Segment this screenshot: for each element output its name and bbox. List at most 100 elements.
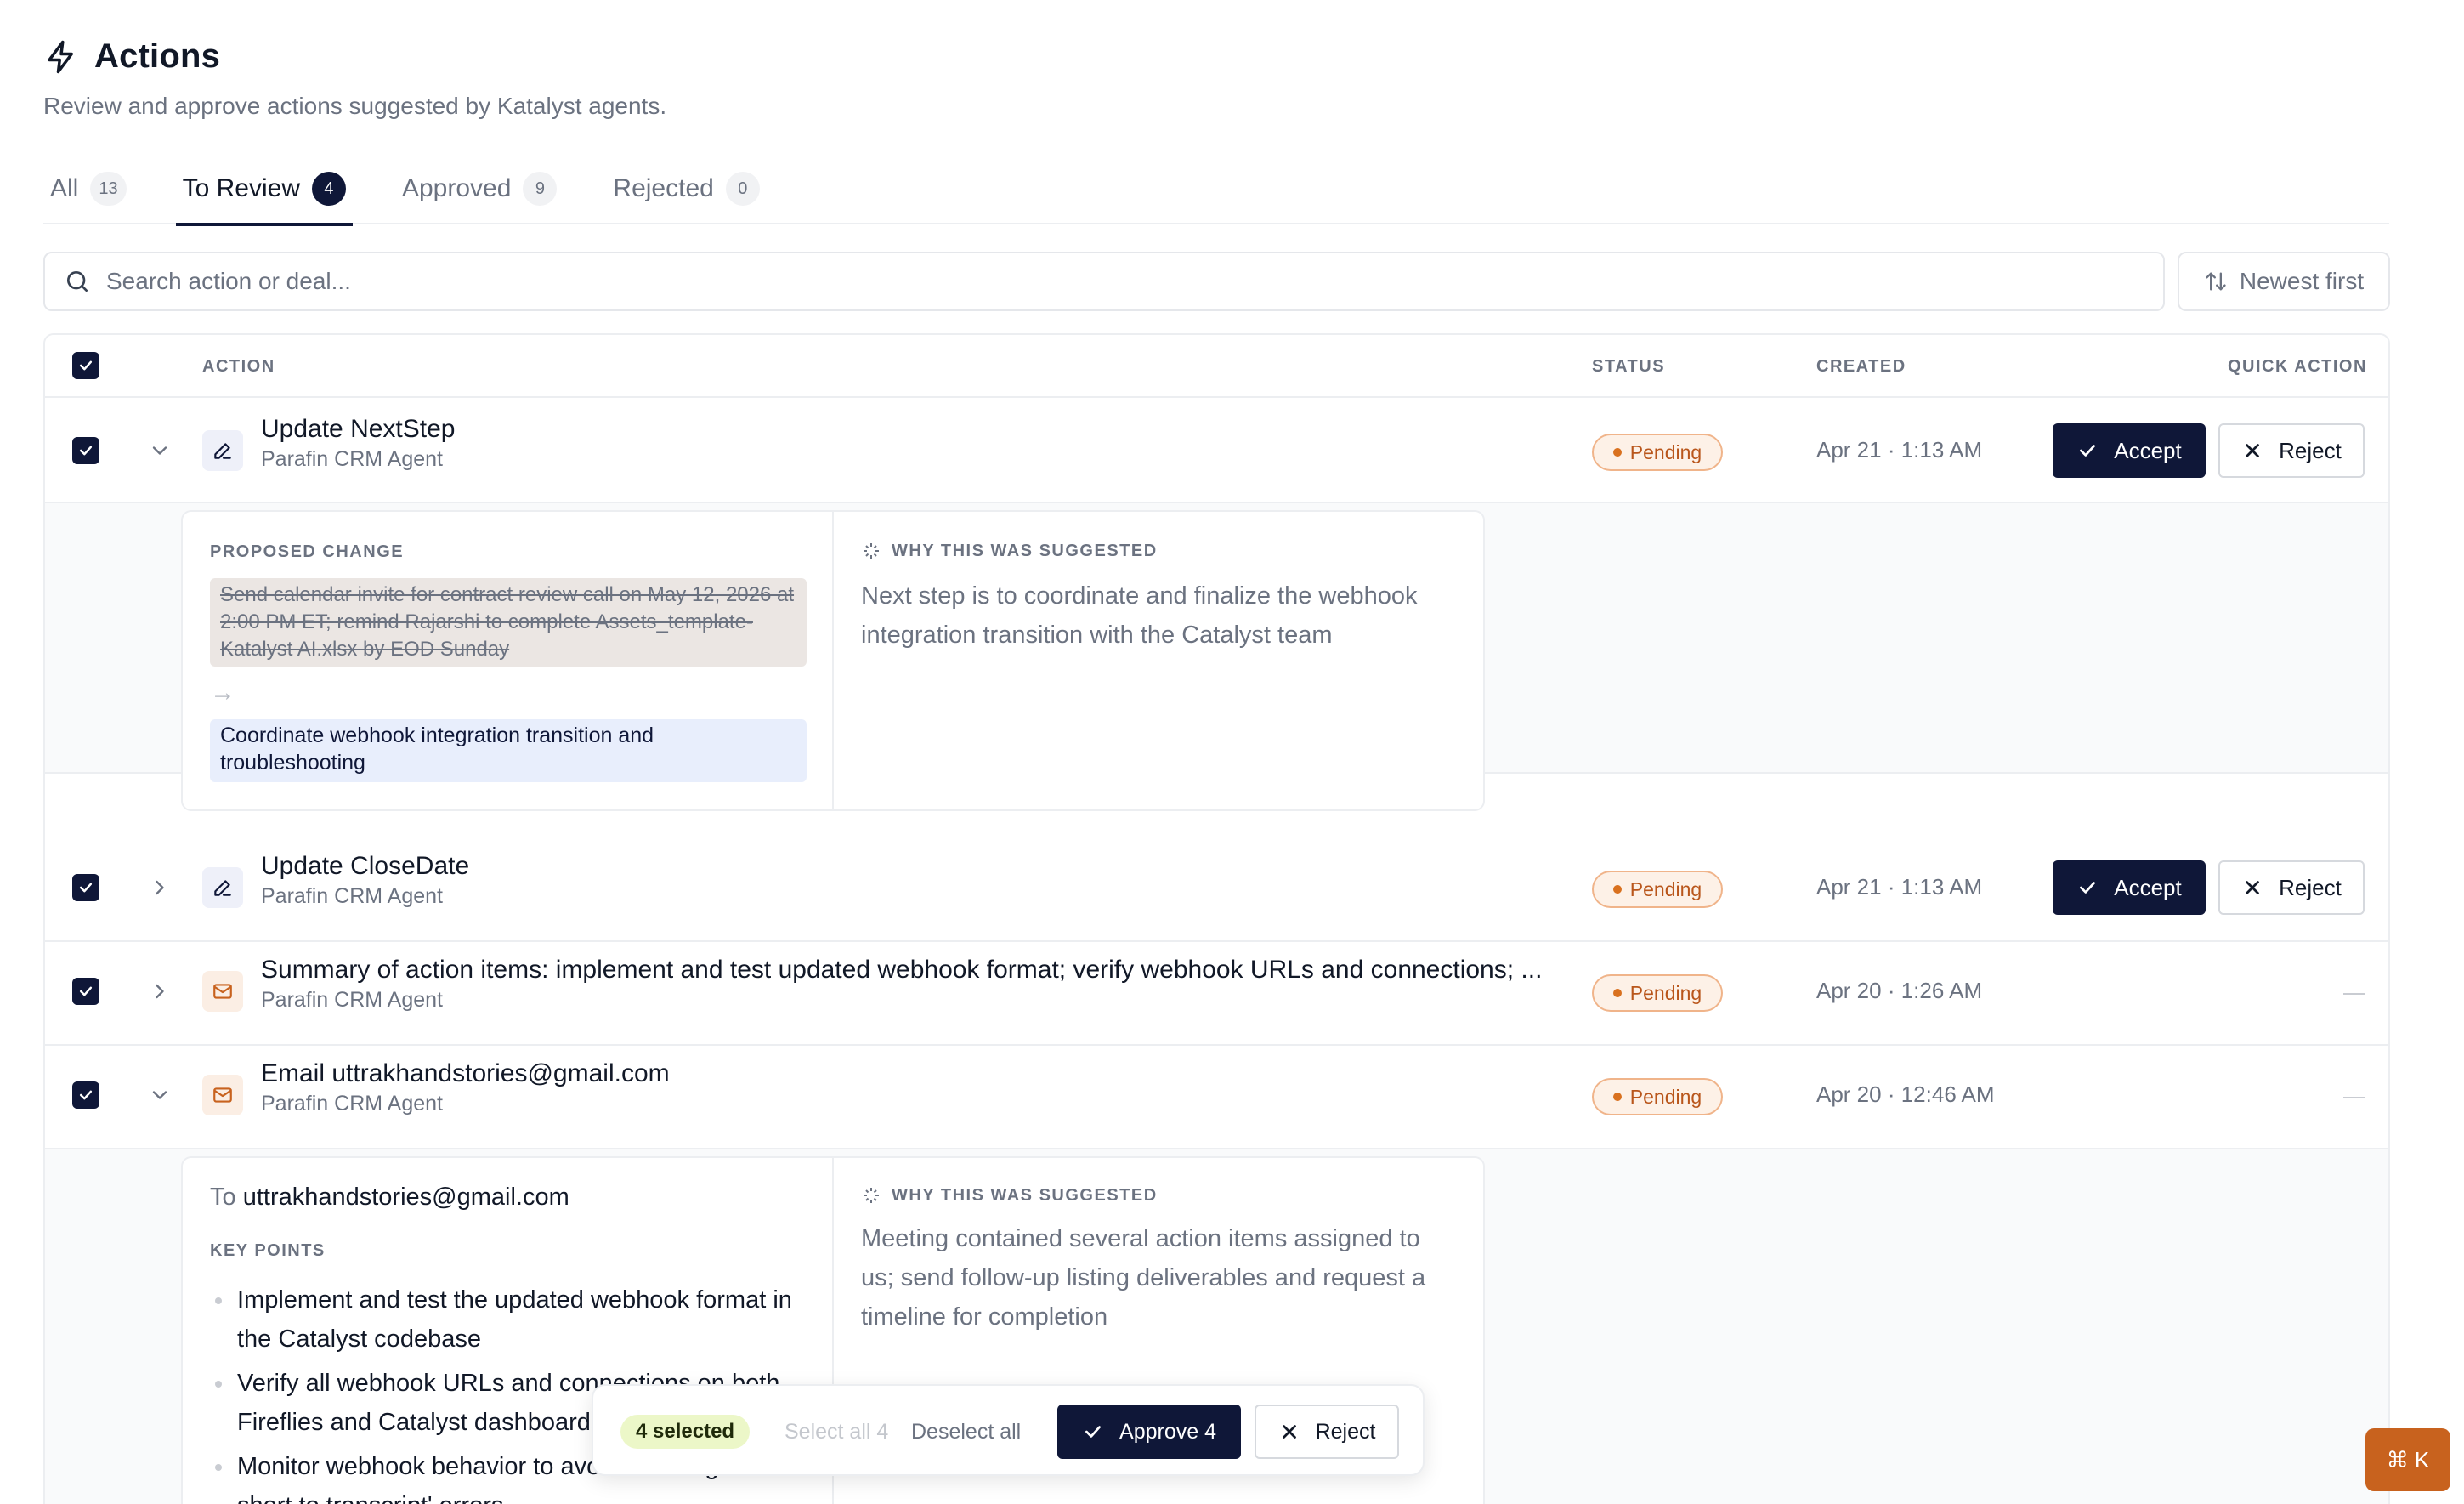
why-suggested-heading: WHY THIS WAS SUGGESTED xyxy=(861,1185,1158,1206)
page-header: Actions Review and approve actions sugge… xyxy=(43,37,666,120)
why-suggested-text: Next step is to coordinate and finalize … xyxy=(861,582,1418,649)
check-icon xyxy=(79,360,93,371)
chevron-right-icon[interactable] xyxy=(148,979,172,1003)
reject-label: Reject xyxy=(2279,874,2342,900)
status-dot xyxy=(1612,885,1622,894)
tab-rejected[interactable]: Rejected 0 xyxy=(606,153,766,224)
approve-selected-button[interactable]: Approve 4 xyxy=(1057,1405,1241,1459)
accept-button[interactable]: Accept xyxy=(2053,860,2206,915)
proposed-change-label: PROPOSED CHANGE xyxy=(210,542,405,561)
edit-icon xyxy=(202,867,243,908)
row-agent: Parafin CRM Agent xyxy=(261,1092,443,1115)
selected-count-badge: 4 selected xyxy=(620,1415,751,1449)
created-timestamp: Apr 21 · 1:13 AM xyxy=(1816,874,1983,900)
approve-selected-label: Approve 4 xyxy=(1119,1419,1216,1444)
row-title: Summary of action items: implement and t… xyxy=(261,956,1543,984)
row-checkbox[interactable] xyxy=(72,978,99,1005)
deselect-all-link[interactable]: Deselect all xyxy=(911,1420,1021,1444)
row-title: Update CloseDate xyxy=(261,852,470,880)
new-value: Coordinate webhook integration transitio… xyxy=(210,719,807,782)
status-badge: Pending xyxy=(1592,871,1723,908)
select-all-link[interactable]: Select all 4 xyxy=(785,1420,888,1444)
tab-count: 9 xyxy=(523,172,558,206)
email-recipient: To uttrakhandstories@gmail.com xyxy=(210,1183,569,1212)
row-checkbox[interactable] xyxy=(72,874,99,901)
sort-button[interactable]: Newest first xyxy=(2178,252,2390,311)
row-checkbox[interactable] xyxy=(72,1081,99,1109)
edit-icon xyxy=(202,430,243,471)
key-points-label: KEY POINTS xyxy=(210,1241,326,1260)
tab-label: Approved xyxy=(401,174,512,202)
tab-label: To Review xyxy=(182,174,300,202)
close-icon xyxy=(2246,444,2259,457)
status-badge: Pending xyxy=(1592,434,1723,471)
to-address: uttrakhandstories@gmail.com xyxy=(242,1183,569,1211)
check-icon xyxy=(2080,882,2096,894)
tab-label: Rejected xyxy=(613,174,714,202)
row-agent: Parafin CRM Agent xyxy=(261,988,443,1012)
check-icon xyxy=(1085,1426,1101,1438)
why-suggested-section: WHY THIS WAS SUGGESTED Next step is to c… xyxy=(834,512,1483,809)
status-label: Pending xyxy=(1629,877,1702,900)
search-icon xyxy=(67,271,88,292)
proposed-change-card: PROPOSED CHANGE Send calendar invite for… xyxy=(181,510,1485,811)
close-icon xyxy=(1282,1425,1296,1439)
status-dot xyxy=(1612,1093,1622,1101)
table-row[interactable]: Update NextStep Parafin CRM Agent Pendin… xyxy=(45,398,2388,503)
check-icon xyxy=(2080,445,2096,457)
chevron-down-icon[interactable] xyxy=(148,439,172,463)
tab-label: All xyxy=(50,174,79,202)
reject-button[interactable]: Reject xyxy=(2218,860,2365,915)
to-prefix: To xyxy=(210,1183,236,1211)
right-arrow-icon: → xyxy=(210,678,235,707)
row-detail-panel: PROPOSED CHANGE Send calendar invite for… xyxy=(45,503,2388,811)
row-agent: Parafin CRM Agent xyxy=(261,447,443,471)
status-badge: Pending xyxy=(1592,974,1723,1012)
row-title: Update NextStep xyxy=(261,415,456,443)
list-item: Implement and test the updated webhook f… xyxy=(210,1280,815,1359)
reject-label: Reject xyxy=(2279,437,2342,463)
chevron-right-icon[interactable] xyxy=(148,876,172,900)
table-row[interactable]: Email uttrakhandstories@gmail.com Parafi… xyxy=(45,1046,2388,1149)
check-icon xyxy=(79,883,93,893)
table-header: ACTION STATUS CREATED QUICK ACTION xyxy=(45,335,2388,398)
no-quick-action xyxy=(2343,1097,2365,1098)
tab-count: 0 xyxy=(725,172,760,206)
proposed-change-section: PROPOSED CHANGE Send calendar invite for… xyxy=(183,512,834,809)
mail-icon xyxy=(202,1075,243,1115)
select-all-checkbox[interactable] xyxy=(72,352,99,379)
tab-all[interactable]: All 13 xyxy=(43,153,133,224)
table-row[interactable]: Summary of action items: implement and t… xyxy=(45,942,2388,1046)
actions-table: ACTION STATUS CREATED QUICK ACTION Updat… xyxy=(43,333,2390,1504)
mail-icon xyxy=(202,971,243,1012)
row-checkbox[interactable] xyxy=(72,437,99,464)
reject-selected-button[interactable]: Reject xyxy=(1255,1405,1399,1459)
status-label: Pending xyxy=(1629,440,1702,463)
tab-approved[interactable]: Approved 9 xyxy=(395,153,564,224)
why-suggested-heading: WHY THIS WAS SUGGESTED xyxy=(861,541,1158,561)
status-dot xyxy=(1612,448,1622,457)
accept-label: Accept xyxy=(2114,874,2182,900)
chevron-down-icon[interactable] xyxy=(148,1083,172,1107)
status-badge: Pending xyxy=(1592,1078,1723,1115)
check-icon xyxy=(79,446,93,456)
column-header-quick-action: QUICK ACTION xyxy=(2228,357,2367,376)
row-title: Email uttrakhandstories@gmail.com xyxy=(261,1059,670,1087)
command-palette-button[interactable]: ⌘ K xyxy=(2365,1428,2450,1491)
column-header-created: CREATED xyxy=(1816,357,1906,376)
table-row[interactable]: Update CloseDate Parafin CRM Agent Pendi… xyxy=(45,837,2388,942)
tab-count: 13 xyxy=(90,172,127,206)
row-agent: Parafin CRM Agent xyxy=(261,884,443,908)
tab-to-review[interactable]: To Review 4 xyxy=(175,153,354,226)
no-quick-action xyxy=(2343,993,2365,995)
column-header-action: ACTION xyxy=(202,357,275,376)
page-title: Actions xyxy=(94,37,221,75)
search-input[interactable] xyxy=(106,268,2061,295)
page-subtitle: Review and approve actions suggested by … xyxy=(43,93,667,119)
old-value: Send calendar invite for contract review… xyxy=(210,578,807,667)
check-icon xyxy=(79,1090,93,1100)
reject-button[interactable]: Reject xyxy=(2218,423,2365,478)
close-icon xyxy=(2246,881,2259,894)
accept-button[interactable]: Accept xyxy=(2053,423,2206,478)
bulk-action-bar: 4 selected Select all 4 Deselect all App… xyxy=(592,1384,1425,1476)
